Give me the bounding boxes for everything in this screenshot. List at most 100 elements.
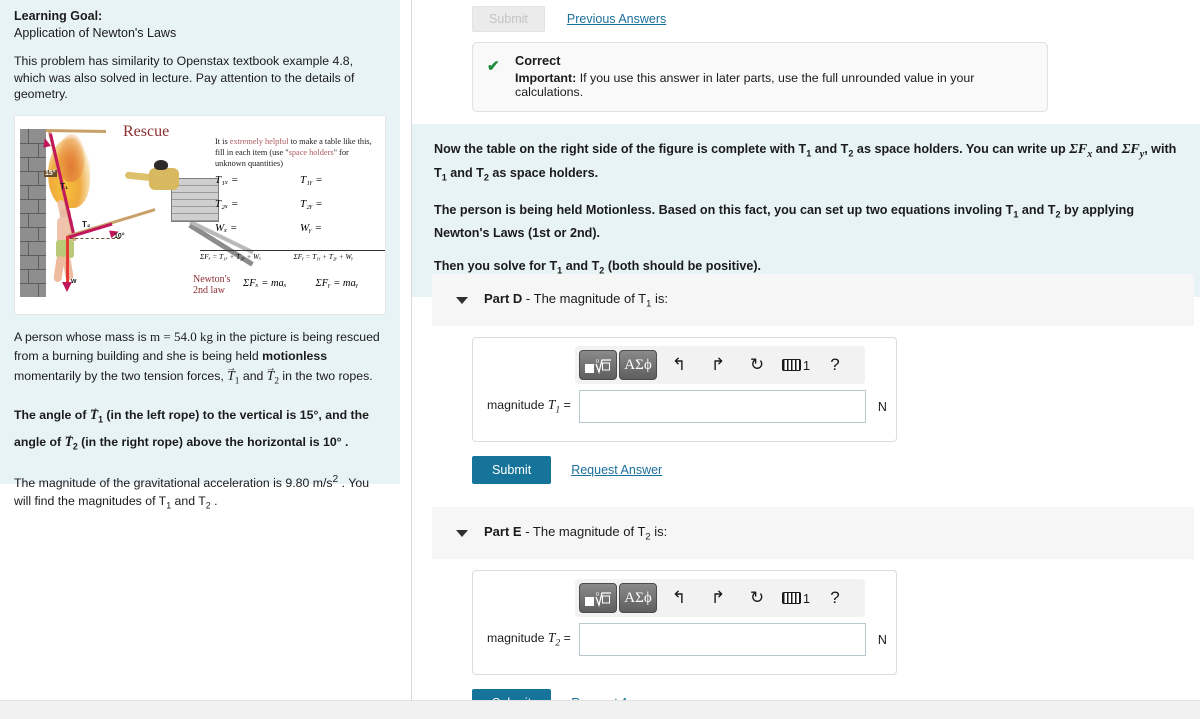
check-icon: ✔ bbox=[487, 58, 500, 75]
part-e-separator: - bbox=[521, 524, 533, 540]
feedback-important-label: Important: bbox=[515, 71, 577, 85]
answer-input-part-e[interactable] bbox=[578, 623, 866, 656]
answer-row-part-d: magnitude T1 = N bbox=[473, 390, 898, 423]
undo-icon[interactable]: ↰ bbox=[662, 582, 696, 614]
help-icon[interactable]: ? bbox=[818, 582, 852, 614]
table-row: T₂ₓ = T₂ᵧ = bbox=[215, 198, 385, 210]
part-d-separator: - bbox=[522, 291, 534, 307]
submit-button-part-d[interactable]: Submit bbox=[472, 456, 552, 484]
instr1-b: and T bbox=[811, 142, 849, 156]
instr1-f: and T bbox=[446, 165, 484, 180]
force-sum-row: ΣFₓ = T₁ₓ + T₂ₓ + Wₓ ΣFᵧ = T₁ᵧ + T₂ᵧ + W… bbox=[200, 249, 385, 261]
chevron-down-icon[interactable] bbox=[456, 296, 468, 304]
grav-part-d: . bbox=[210, 494, 218, 509]
instr1-g: as space holders. bbox=[488, 165, 599, 180]
part-e-title-a: The magnitude of T bbox=[532, 524, 646, 540]
feedback-body: Important: If you use this answer in lat… bbox=[515, 71, 1033, 99]
sigma-fx: ΣF bbox=[1069, 142, 1088, 157]
grav-part-c: and T bbox=[171, 494, 206, 509]
redo-icon[interactable]: ↱ bbox=[701, 582, 735, 614]
previous-answers-link[interactable]: Previous Answers bbox=[567, 12, 666, 26]
sum-fx: ΣFₓ = T₁ₓ + T₂ₓ + Wₓ bbox=[200, 252, 262, 261]
newton-law-equations: ΣFₓ = maₓ ΣFᵧ = maᵧ bbox=[243, 278, 385, 289]
newton-label-line1: Newton's bbox=[193, 273, 231, 285]
rescue-figure: Rescue 15° T₁ T₂ 10° w It is extremely h… bbox=[14, 114, 386, 315]
greek-symbols-button[interactable]: ΑΣϕ bbox=[619, 583, 657, 613]
building-ledge bbox=[45, 128, 106, 133]
instr3-c: (both should be positive). bbox=[604, 258, 762, 273]
page-root: Learning Goal: Application of Newton's L… bbox=[0, 0, 1200, 719]
instr3-b: and T bbox=[562, 258, 600, 273]
learning-goal-text: Application of Newton's Laws bbox=[14, 26, 177, 40]
sum-fy: ΣFᵧ = T₁ᵧ + T₂ᵧ + Wᵧ bbox=[293, 252, 354, 261]
answer-input-part-d[interactable] bbox=[578, 390, 866, 423]
reset-icon[interactable]: ↻ bbox=[740, 349, 774, 381]
math-template-icon[interactable]: 0 bbox=[579, 350, 617, 380]
part-e-title: Part E - The magnitude of T2 is: bbox=[484, 524, 667, 542]
tension-1-label: T₁ bbox=[60, 181, 69, 191]
desc-part-a: A person whose mass is bbox=[14, 329, 151, 344]
cell-t2x: T₂ₓ = bbox=[215, 197, 239, 210]
angle-15-label: 15° bbox=[44, 169, 57, 177]
undo-icon[interactable]: ↰ bbox=[662, 349, 696, 381]
rescuer-head bbox=[154, 159, 168, 170]
figure-note-highlight2: space holders bbox=[288, 147, 334, 157]
request-answer-link-part-d[interactable]: Request Answer bbox=[571, 463, 662, 477]
part-header-part-d[interactable]: Part D - The magnitude of T1 is: bbox=[432, 274, 1194, 326]
newton-label-line2: 2nd law bbox=[193, 284, 225, 296]
part-header-part-e[interactable]: Part E - The magnitude of T2 is: bbox=[432, 507, 1194, 559]
math-template-icon[interactable]: 0 bbox=[579, 583, 617, 613]
keyboard-count: 1 bbox=[802, 590, 811, 606]
greek-symbols-button[interactable]: ΑΣϕ bbox=[619, 350, 657, 380]
cell-t1y: T₁ᵧ = bbox=[300, 173, 323, 186]
figure-note-highlight1: extremely helpful bbox=[229, 136, 289, 146]
answer-box-part-d: 0 ΑΣϕ ↰ ↱ ↻ 1 ? magnitude T1 = N bbox=[472, 337, 897, 442]
reset-icon[interactable]: ↻ bbox=[740, 582, 774, 614]
person-pants bbox=[56, 239, 74, 258]
unit-label-part-e: N bbox=[877, 632, 887, 647]
math-toolbar-part-d: 0 ΑΣϕ ↰ ↱ ↻ 1 ? bbox=[575, 346, 865, 384]
instr3-a: Then you solve for T bbox=[434, 258, 558, 273]
problem-statement-panel: Learning Goal: Application of Newton's L… bbox=[0, 0, 400, 511]
answer-panel: Submit Previous Answers ✔ Correct Import… bbox=[412, 0, 1200, 719]
angle-part-a: The angle of bbox=[14, 408, 90, 423]
part-e-title-b: is: bbox=[650, 524, 668, 540]
help-icon[interactable]: ? bbox=[818, 349, 852, 381]
keyboard-icon[interactable]: 1 bbox=[779, 582, 813, 614]
figure-note-part1: It is bbox=[215, 136, 230, 146]
desc-part-c: momentarily by the two tension forces, bbox=[14, 368, 228, 383]
figure-title: Rescue bbox=[123, 122, 170, 140]
math-toolbar-part-e: 0 ΑΣϕ ↰ ↱ ↻ 1 ? bbox=[575, 579, 865, 617]
instructions-block: Now the table on the right side of the f… bbox=[412, 124, 1200, 298]
rescuer-body bbox=[149, 167, 179, 190]
bottom-status-band bbox=[0, 700, 1200, 719]
answer-label-part-e: magnitude T2 = bbox=[487, 630, 571, 649]
table-row: T₁ₓ = T₁ᵧ = bbox=[215, 174, 385, 186]
part-d-name: Part D bbox=[484, 291, 523, 307]
sigma-fy: ΣF bbox=[1121, 142, 1140, 157]
previous-part-actions: Submit Previous Answers bbox=[472, 6, 666, 32]
feedback-important-text: If you use this answer in later parts, u… bbox=[515, 71, 975, 99]
answer-label-prefix-e: magnitude bbox=[487, 631, 548, 646]
part-d-title-a: The magnitude of T bbox=[533, 291, 647, 307]
part-e-name: Part E bbox=[484, 524, 522, 540]
answer-box-part-e: 0 ΑΣϕ ↰ ↱ ↻ 1 ? magnitude T2 = N bbox=[472, 570, 897, 675]
angle-part-c: (in the right rope) above the horizontal… bbox=[77, 434, 349, 449]
tension-2-label: T₂ bbox=[82, 219, 91, 229]
instr2-a: The person is being held Motionless. Bas… bbox=[434, 203, 1014, 218]
desc-part-d: in the two ropes. bbox=[278, 368, 373, 383]
instr1-a: Now the table on the right side of the f… bbox=[434, 142, 807, 156]
redo-icon[interactable]: ↱ bbox=[701, 349, 735, 381]
chevron-down-icon[interactable] bbox=[456, 529, 468, 537]
weight-label: w bbox=[71, 277, 77, 285]
keyboard-icon[interactable]: 1 bbox=[779, 349, 813, 381]
cell-wx: Wₓ = bbox=[215, 221, 238, 234]
submit-button-disabled[interactable]: Submit bbox=[472, 6, 545, 32]
angle-vector-t2: T bbox=[65, 434, 73, 449]
keyboard-count: 1 bbox=[802, 357, 811, 373]
submit-row-part-d: Submit Request Answer bbox=[472, 456, 662, 484]
instr1-c: as space holders. You can write up bbox=[853, 142, 1070, 156]
problem-intro-text: This problem has similarity to Openstax … bbox=[14, 54, 355, 101]
unit-label-part-d: N bbox=[877, 399, 887, 414]
instr2-b: and T bbox=[1018, 203, 1056, 218]
